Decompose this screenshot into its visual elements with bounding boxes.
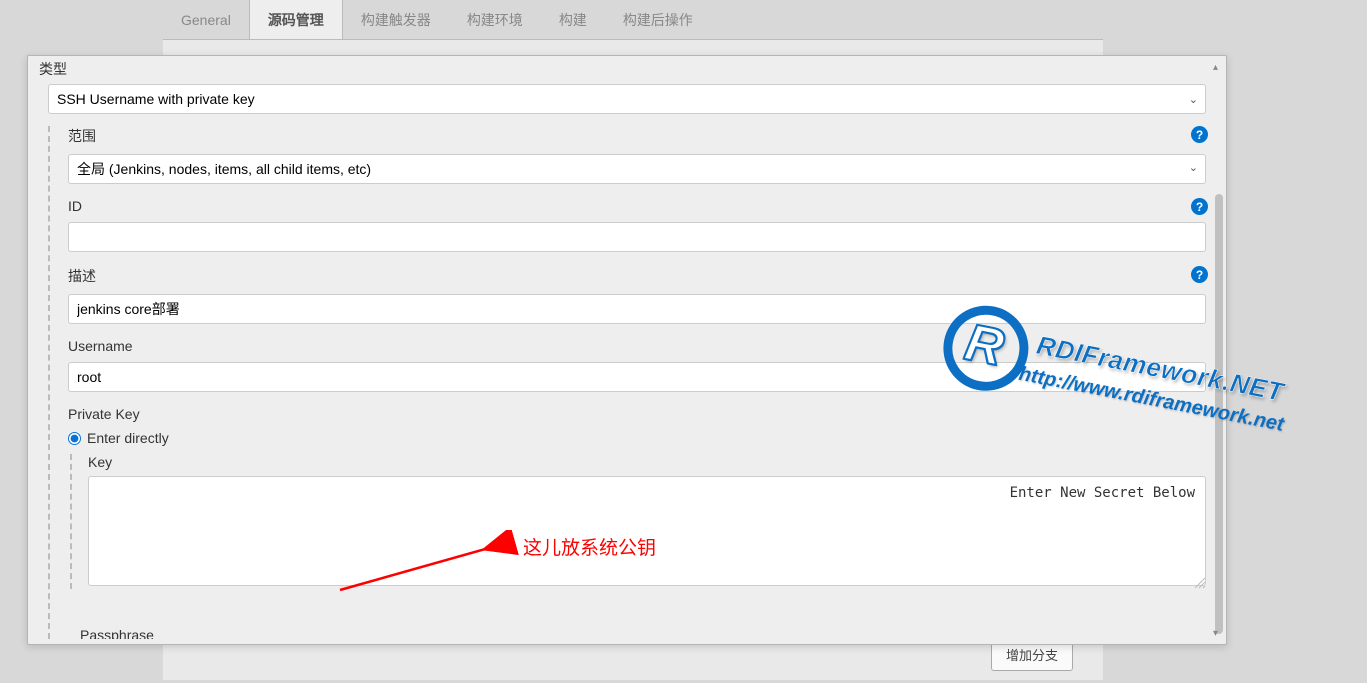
tab-env[interactable]: 构建环境 bbox=[449, 0, 541, 39]
tab-triggers[interactable]: 构建触发器 bbox=[343, 0, 449, 39]
scroll-down-icon[interactable]: ▾ bbox=[1213, 628, 1223, 638]
tabs-bar: General 源码管理 构建触发器 构建环境 构建 构建后操作 bbox=[163, 0, 1103, 40]
private-key-label: Private Key bbox=[68, 406, 1206, 422]
passphrase-label: Passphrase bbox=[80, 627, 154, 639]
id-input[interactable] bbox=[68, 222, 1206, 252]
username-label: Username bbox=[68, 338, 1206, 354]
desc-label: 描述 bbox=[68, 266, 1206, 286]
key-textarea[interactable]: Enter New Secret Below bbox=[88, 476, 1206, 586]
enter-directly-label: Enter directly bbox=[87, 430, 169, 446]
tab-postbuild[interactable]: 构建后操作 bbox=[605, 0, 711, 39]
help-icon[interactable]: ? bbox=[1191, 126, 1208, 143]
id-label: ID bbox=[68, 198, 1206, 214]
enter-directly-radio[interactable] bbox=[68, 432, 81, 445]
scroll-up-icon[interactable]: ▴ bbox=[1213, 62, 1223, 72]
type-select[interactable]: SSH Username with private key bbox=[48, 84, 1206, 114]
tab-general[interactable]: General bbox=[163, 0, 249, 39]
key-label: Key bbox=[88, 454, 1206, 470]
credentials-modal: 类型 SSH Username with private key ⌄ 范围 ? … bbox=[27, 55, 1227, 645]
help-icon[interactable]: ? bbox=[1191, 266, 1208, 283]
help-icon[interactable]: ? bbox=[1191, 198, 1208, 215]
scrollbar[interactable]: ▴ ▾ bbox=[1215, 64, 1223, 636]
desc-input[interactable] bbox=[68, 294, 1206, 324]
tab-scm[interactable]: 源码管理 bbox=[249, 0, 343, 39]
scope-select[interactable]: 全局 (Jenkins, nodes, items, all child ite… bbox=[68, 154, 1206, 184]
type-label: 类型 bbox=[39, 59, 67, 79]
scroll-thumb[interactable] bbox=[1215, 194, 1223, 634]
scope-label: 范围 bbox=[68, 126, 1206, 146]
tab-build[interactable]: 构建 bbox=[541, 0, 605, 39]
username-input[interactable] bbox=[68, 362, 1206, 392]
